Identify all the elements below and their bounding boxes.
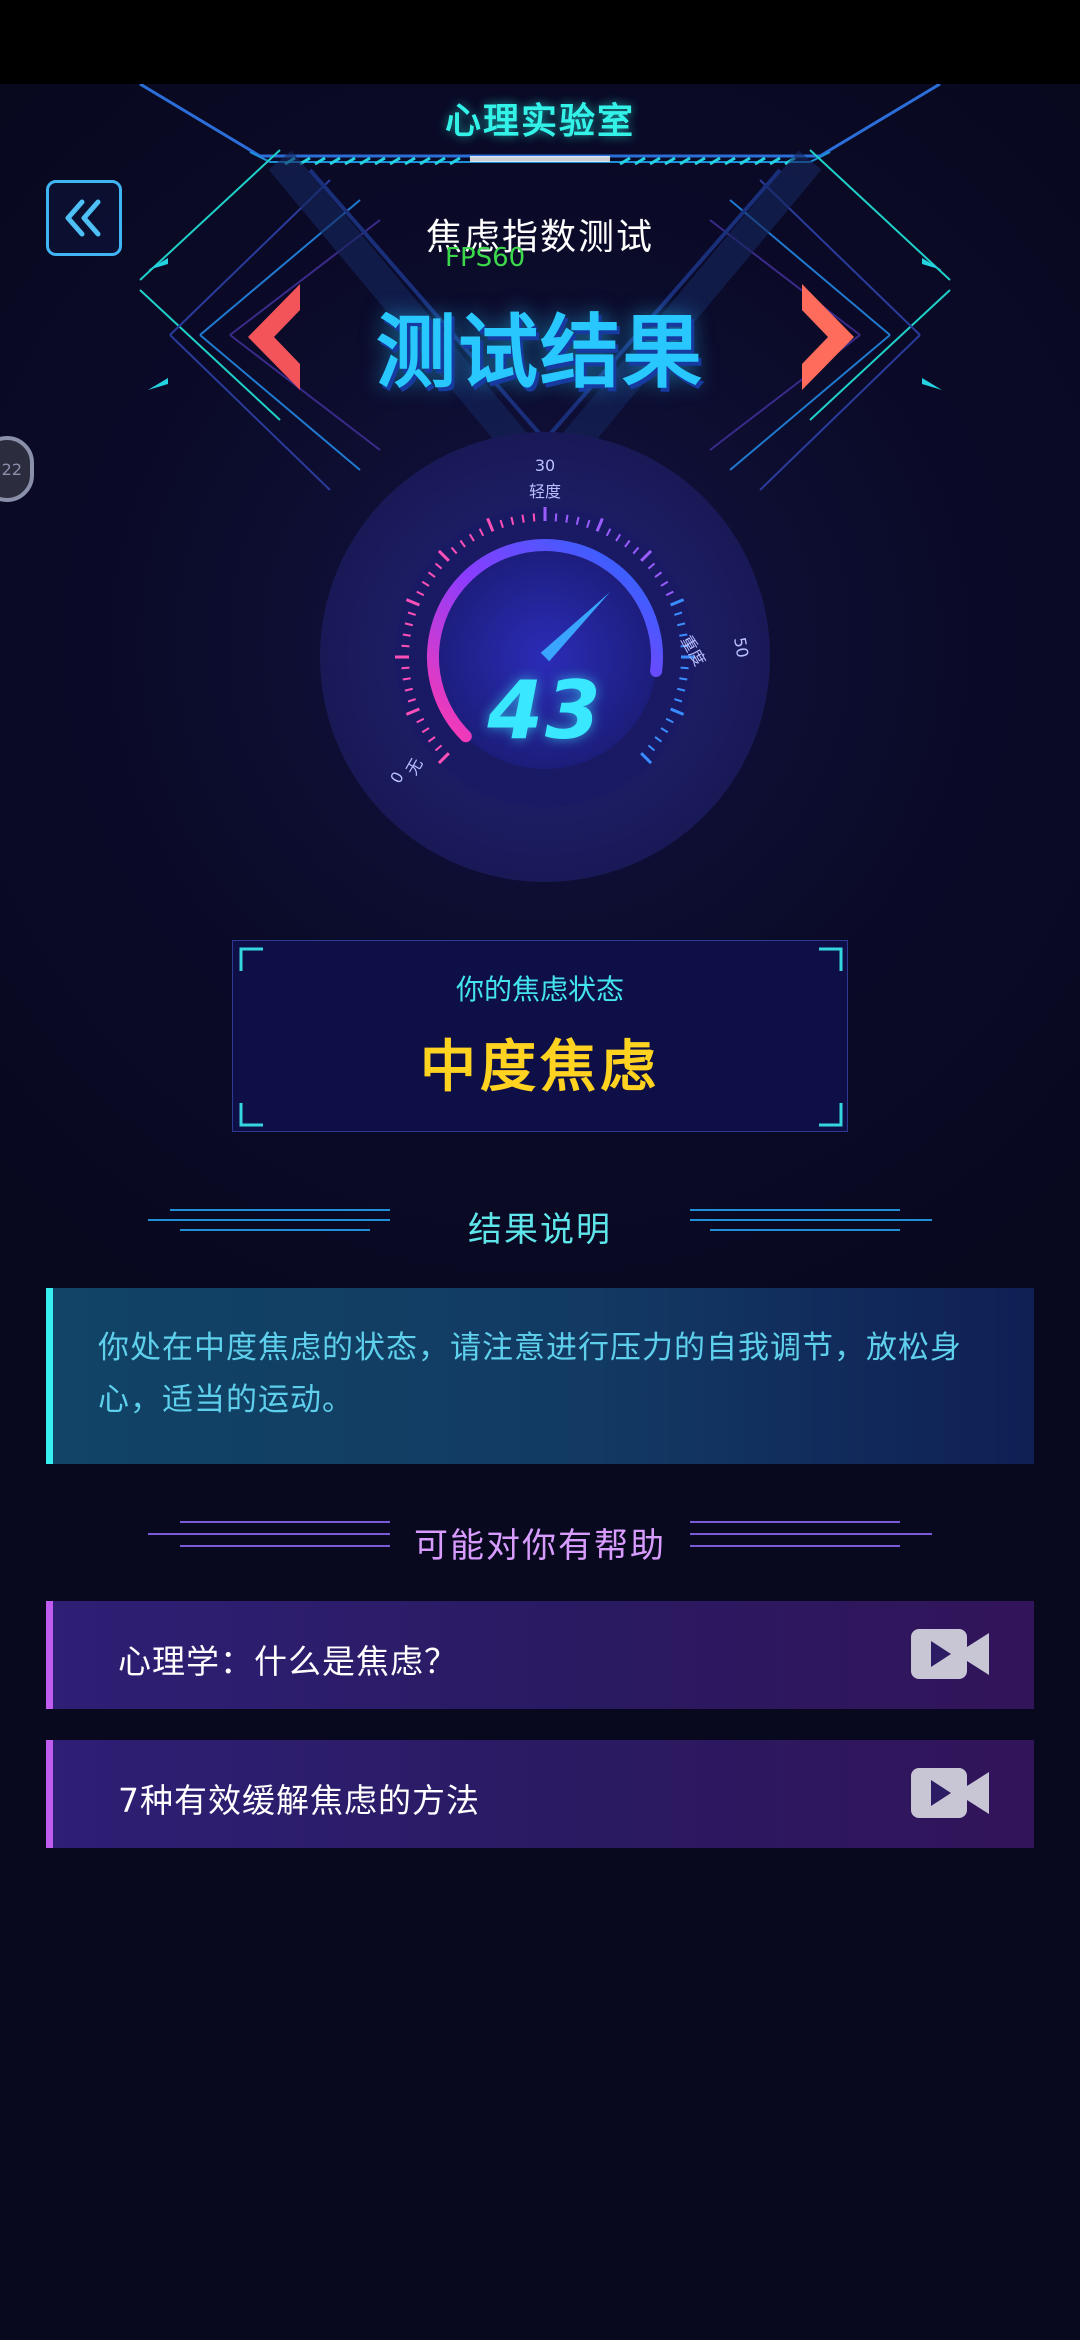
gauge-tick bbox=[401, 666, 410, 670]
gauge-tick bbox=[402, 633, 411, 637]
result-description-text: 你处在中度焦虑的状态，请注意进行压力的自我调节，放松身心，适当的运动。 bbox=[98, 1330, 962, 1418]
gauge-tick bbox=[680, 666, 689, 670]
score-value: 43 bbox=[487, 664, 603, 757]
gauge-tick bbox=[554, 513, 558, 522]
gauge-level-light: 轻度 bbox=[528, 482, 561, 501]
gauge-tick bbox=[532, 513, 536, 522]
status-card-value: 中度焦虑 bbox=[420, 1035, 660, 1100]
status-bar bbox=[0, 0, 1080, 84]
gauge-tick bbox=[679, 677, 688, 681]
gauge-tick-50: 50 bbox=[730, 635, 753, 660]
gauge-tick bbox=[565, 514, 569, 523]
double-chevron-left-icon bbox=[65, 199, 101, 237]
gauge-tick bbox=[521, 514, 525, 523]
result-section-header: 结果说明 bbox=[0, 1196, 1080, 1256]
help-item-label: 心理学：什么是焦虑？ bbox=[118, 1642, 458, 1681]
help-item-video-2[interactable]: 7种有效缓解焦虑的方法 bbox=[46, 1740, 1034, 1848]
next-arrow-icon[interactable] bbox=[798, 284, 854, 390]
app-title: 心理实验室 bbox=[444, 101, 635, 142]
previous-arrow-icon[interactable] bbox=[248, 284, 304, 390]
help-section-title: 可能对你有帮助 bbox=[414, 1526, 666, 1566]
help-item-video-1[interactable]: 心理学：什么是焦虑？ bbox=[46, 1601, 1034, 1709]
result-title: 测试结果 bbox=[376, 306, 704, 399]
result-section-title: 结果说明 bbox=[468, 1210, 612, 1250]
help-section-header: 可能对你有帮助 bbox=[0, 1512, 1080, 1572]
help-item-label: 7种有效缓解焦虑的方法 bbox=[118, 1781, 480, 1820]
video-camera-icon bbox=[911, 1629, 989, 1679]
video-camera-icon bbox=[911, 1768, 989, 1818]
gauge-tick-30: 30 bbox=[534, 456, 556, 475]
fps-counter: FPS60 bbox=[445, 243, 526, 273]
back-button[interactable] bbox=[46, 180, 122, 256]
gauge-tick bbox=[401, 644, 410, 648]
gauge-tick bbox=[402, 677, 411, 681]
status-card-label: 你的焦虑状态 bbox=[455, 973, 624, 1006]
test-name: 焦虑指数测试 bbox=[425, 217, 654, 258]
